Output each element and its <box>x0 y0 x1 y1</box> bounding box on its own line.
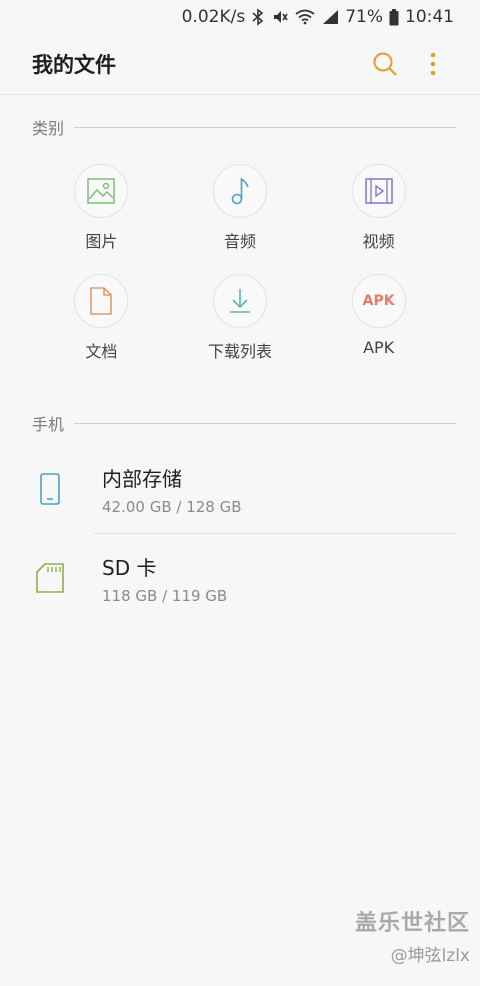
app-bar: 我的文件 <box>0 34 480 95</box>
more-options-button[interactable] <box>418 49 448 79</box>
internal-storage-item[interactable]: 内部存储 42.00 GB / 128 GB <box>0 445 480 533</box>
battery-percent: 71% <box>345 7 383 27</box>
watermark-author: @坤弦lzlx <box>390 946 470 966</box>
video-icon <box>351 164 406 218</box>
storage-size: 42.00 GB / 128 GB <box>102 497 242 516</box>
clock: 10:41 <box>405 7 454 27</box>
watermark: 盖乐世社区 @坤弦lzlx <box>355 905 470 966</box>
apk-icon: APK <box>351 274 406 328</box>
battery-icon <box>389 8 399 26</box>
cell-signal-icon <box>321 9 339 25</box>
sd-card-item[interactable]: SD 卡 118 GB / 119 GB <box>0 534 480 622</box>
storage-name: SD 卡 <box>102 555 157 580</box>
category-label: 图片 <box>85 232 118 251</box>
storage-name: 内部存储 <box>102 466 182 491</box>
image-icon <box>74 164 129 218</box>
phone-storage-icon <box>32 473 68 505</box>
wifi-icon <box>295 9 315 25</box>
category-grid: 图片 音频 视频 文档 下载列表 APK APK <box>0 164 480 362</box>
category-label: 音频 <box>223 232 256 251</box>
search-button[interactable] <box>370 49 400 79</box>
status-bar: 0.02K/s 71% 10:41 <box>0 0 480 34</box>
category-audio[interactable]: 音频 <box>171 164 310 252</box>
category-apk[interactable]: APK APK <box>309 274 448 362</box>
apk-icon-text: APK <box>362 293 395 309</box>
category-label: 视频 <box>362 232 395 251</box>
document-icon <box>74 274 129 328</box>
network-speed: 0.02K/s <box>181 7 246 27</box>
bluetooth-icon <box>251 8 265 26</box>
music-note-icon <box>212 164 267 218</box>
categories-header: 类别 <box>0 112 480 142</box>
categories-header-label: 类别 <box>32 119 65 138</box>
category-video[interactable]: 视频 <box>309 164 448 252</box>
storage-size: 118 GB / 119 GB <box>102 586 228 605</box>
divider <box>74 126 456 128</box>
category-documents[interactable]: 文档 <box>32 274 171 362</box>
category-downloads[interactable]: 下载列表 <box>171 274 310 362</box>
category-label: APK <box>363 338 395 357</box>
download-icon <box>212 274 267 328</box>
sd-card-icon <box>32 563 68 593</box>
mute-icon <box>271 8 289 26</box>
more-vert-icon <box>430 52 436 76</box>
category-label: 文档 <box>85 342 118 361</box>
phone-header-label: 手机 <box>32 415 65 434</box>
category-label: 下载列表 <box>207 342 272 361</box>
divider <box>74 422 456 424</box>
page-title: 我的文件 <box>32 53 116 77</box>
watermark-title: 盖乐世社区 <box>354 911 470 936</box>
search-icon <box>373 52 397 76</box>
category-images[interactable]: 图片 <box>32 164 171 252</box>
phone-header: 手机 <box>0 408 480 438</box>
